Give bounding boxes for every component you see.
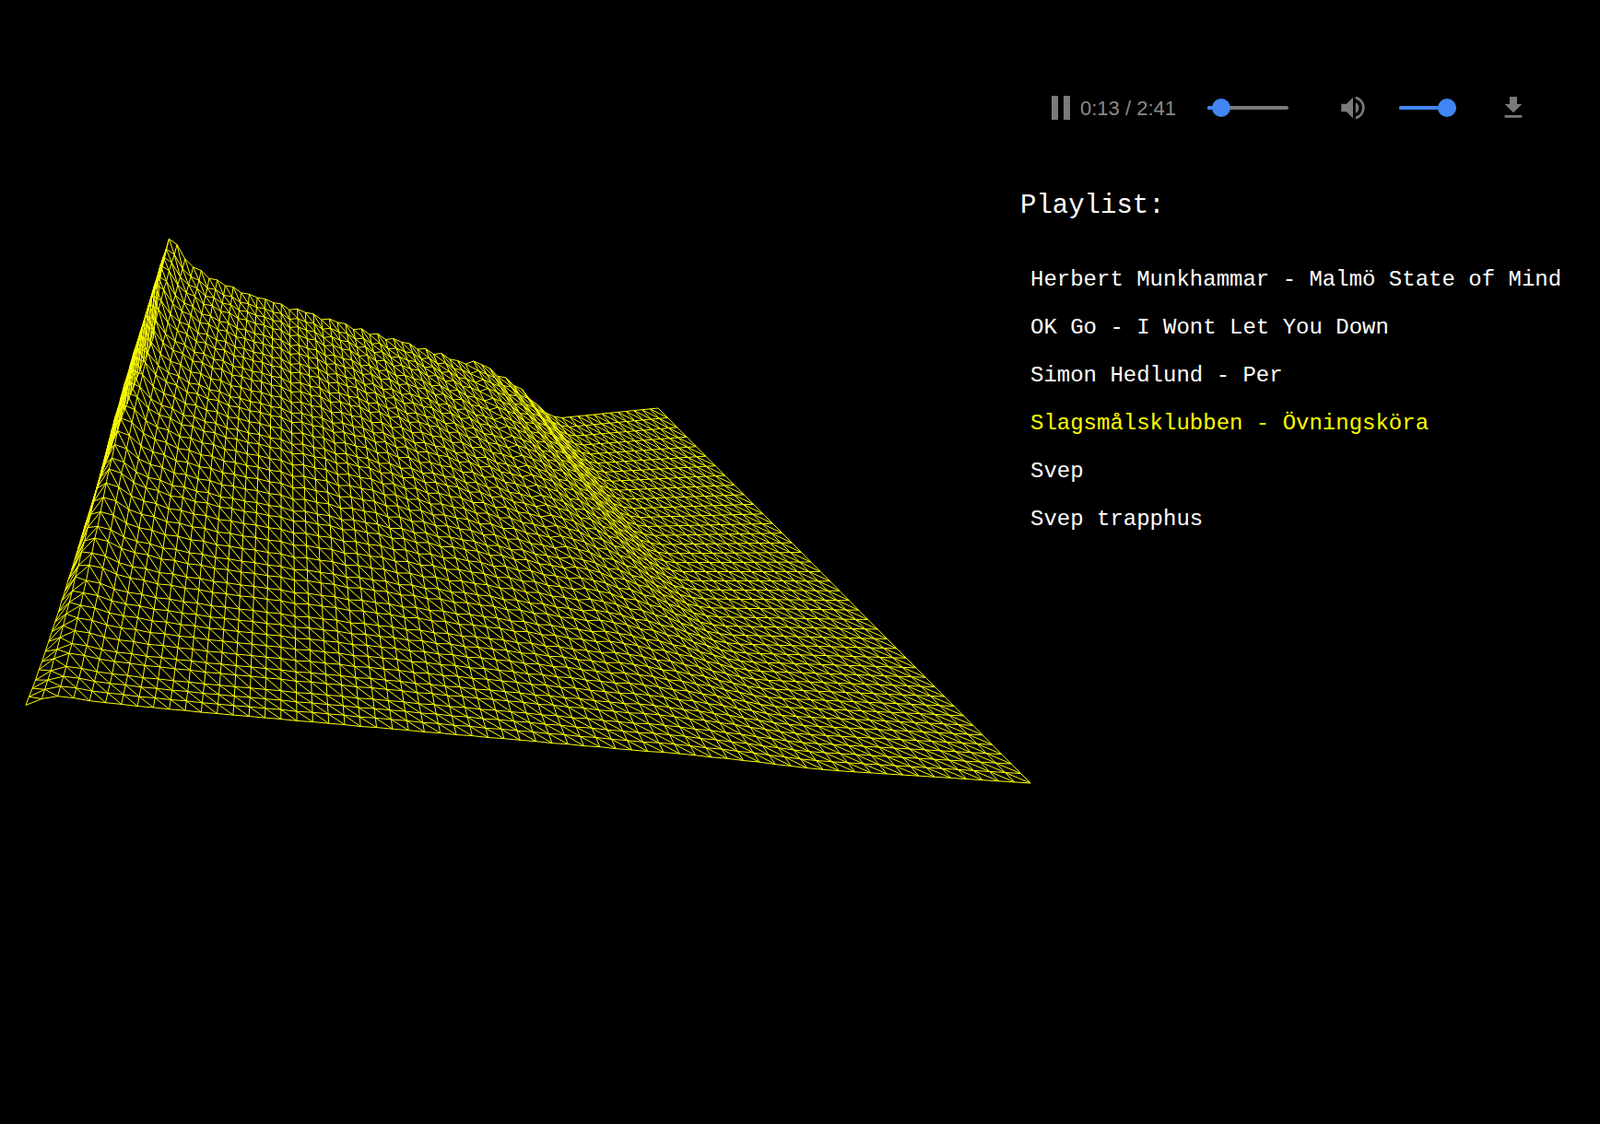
playlist-item[interactable]: Slagsmålsklubben - Övningsköra [1030, 410, 1562, 438]
play-pause-button[interactable] [1048, 94, 1073, 122]
pause-icon [1050, 94, 1071, 121]
playlist-heading: Playlist: [1020, 189, 1562, 224]
playlist: Herbert Munkhammar - Malmö State of Mind… [1020, 266, 1562, 534]
visualizer-area [0, 0, 1021, 1124]
playlist-item[interactable]: OK Go - I Wont Let You Down [1030, 314, 1562, 342]
volume-track[interactable] [1399, 105, 1457, 110]
playlist-item[interactable]: Svep trapphus [1030, 505, 1562, 534]
progress-track[interactable] [1207, 105, 1289, 110]
playlist-item[interactable]: Herbert Munkhammar - Malmö State of Mind [1030, 266, 1562, 295]
mesh-lines [25, 238, 1031, 784]
side-panel: 0:13 / 2:41 Playlist: Herbert Munkhammar… [1020, 0, 1562, 1124]
playlist-item[interactable]: Svep [1030, 458, 1562, 486]
audio-controls: 0:13 / 2:41 [1020, 89, 1562, 127]
progress-thumb[interactable] [1211, 98, 1231, 118]
spectrogram-mesh [0, 0, 1042, 830]
playlist-item[interactable]: Simon Hedlund - Per [1030, 362, 1562, 390]
volume-icon[interactable] [1336, 91, 1370, 125]
volume-thumb[interactable] [1437, 98, 1457, 118]
download-icon[interactable] [1496, 91, 1530, 125]
time-display: 0:13 / 2:41 [1080, 93, 1177, 124]
